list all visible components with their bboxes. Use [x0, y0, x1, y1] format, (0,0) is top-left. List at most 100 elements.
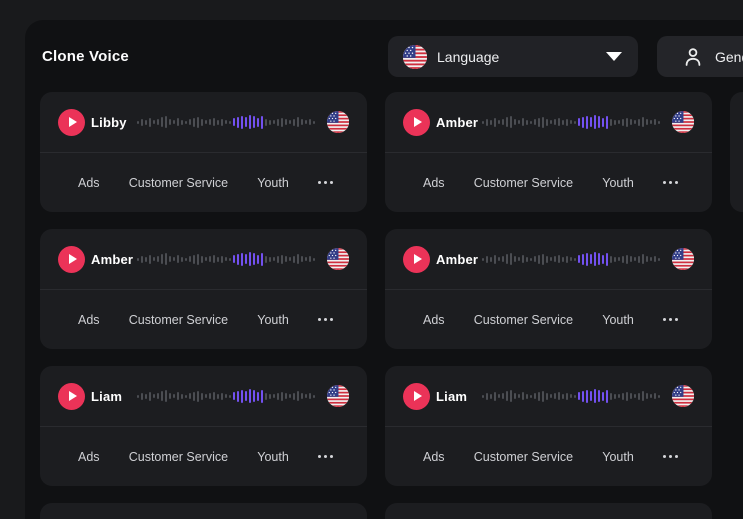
voice-tags-row: Ads Customer Service Youth	[385, 153, 712, 212]
voice-tags-row: Ads Customer Service Youth	[385, 427, 712, 486]
wave-bar	[590, 391, 592, 401]
voice-card-top: Liam	[385, 366, 712, 427]
wave-bar	[490, 394, 492, 399]
play-button[interactable]	[403, 383, 430, 410]
wave-bar	[245, 254, 247, 264]
chevron-down-icon	[606, 52, 622, 61]
wave-bar	[205, 257, 207, 261]
waveform	[482, 387, 662, 405]
more-icon	[669, 318, 672, 321]
wave-bar	[486, 119, 488, 126]
voice-tag[interactable]: Customer Service	[129, 313, 228, 327]
more-icon	[663, 455, 666, 458]
wave-bar	[538, 255, 540, 264]
wave-bar	[277, 256, 279, 263]
wave-bar	[582, 391, 584, 402]
more-icon	[330, 318, 333, 321]
play-button[interactable]	[58, 109, 85, 136]
wave-bar	[237, 254, 239, 265]
wave-bar	[514, 393, 516, 399]
voice-tag[interactable]: Customer Service	[474, 313, 573, 327]
wave-bar	[173, 394, 175, 398]
voice-tag[interactable]: Youth	[602, 450, 634, 464]
wave-bar	[578, 255, 580, 263]
wave-bar	[297, 254, 299, 264]
voice-tag[interactable]: Customer Service	[474, 450, 573, 464]
wave-bar	[145, 394, 147, 399]
wave-bar	[610, 256, 612, 263]
play-button[interactable]	[58, 246, 85, 273]
voice-tag[interactable]: Youth	[602, 313, 634, 327]
wave-bar	[646, 256, 648, 262]
voice-tag[interactable]: Ads	[78, 450, 100, 464]
wave-bar	[249, 389, 251, 403]
wave-bar	[233, 118, 235, 126]
wave-bar	[630, 119, 632, 125]
more-options-button[interactable]	[318, 177, 333, 188]
wave-bar	[638, 393, 640, 400]
wave-bar	[237, 391, 239, 402]
voice-tag[interactable]: Ads	[423, 313, 445, 327]
wave-bar	[285, 256, 287, 262]
gender-dropdown[interactable]: Gender	[657, 36, 743, 77]
more-options-button[interactable]	[318, 314, 333, 325]
voice-tag[interactable]: Ads	[423, 450, 445, 464]
wave-bar	[265, 119, 267, 126]
wave-bar	[606, 390, 608, 403]
play-button[interactable]	[58, 383, 85, 410]
voice-tag[interactable]: Customer Service	[129, 176, 228, 190]
wave-bar	[558, 255, 560, 263]
wave-bar	[213, 118, 215, 126]
voice-tag[interactable]: Youth	[257, 176, 289, 190]
wave-bar	[638, 119, 640, 126]
more-options-button[interactable]	[318, 451, 333, 462]
wave-bar	[630, 256, 632, 262]
wave-bar	[273, 394, 275, 398]
wave-bar	[237, 117, 239, 128]
voice-name: Amber	[436, 115, 482, 130]
wave-bar	[153, 120, 155, 124]
wave-bar	[277, 393, 279, 400]
more-icon	[663, 318, 666, 321]
more-options-button[interactable]	[663, 451, 678, 462]
wave-bar	[502, 119, 504, 125]
wave-bar	[253, 390, 255, 402]
voice-tag[interactable]: Ads	[423, 176, 445, 190]
wave-bar	[558, 118, 560, 126]
wave-bar	[169, 256, 171, 262]
voice-tag[interactable]: Ads	[78, 313, 100, 327]
wave-bar	[534, 393, 536, 399]
voice-tag[interactable]: Customer Service	[474, 176, 573, 190]
wave-bar	[257, 118, 259, 127]
voice-tag[interactable]: Youth	[602, 176, 634, 190]
wave-bar	[261, 116, 263, 129]
play-icon	[69, 117, 77, 127]
wave-bar	[281, 118, 283, 127]
wave-bar	[153, 257, 155, 261]
voice-tag[interactable]: Ads	[78, 176, 100, 190]
wave-bar	[578, 392, 580, 400]
wave-bar	[145, 257, 147, 262]
wave-bar	[145, 120, 147, 125]
play-button[interactable]	[403, 109, 430, 136]
wave-bar	[658, 121, 660, 124]
wave-bar	[494, 392, 496, 401]
wave-bar	[213, 392, 215, 400]
language-dropdown[interactable]: Language	[388, 36, 638, 77]
play-icon	[414, 391, 422, 401]
wave-bar	[598, 390, 600, 402]
voice-tag[interactable]: Youth	[257, 450, 289, 464]
play-icon	[69, 391, 77, 401]
voice-tag[interactable]: Customer Service	[129, 450, 228, 464]
wave-bar	[634, 394, 636, 398]
wave-bar	[538, 118, 540, 127]
wave-bar	[586, 253, 588, 266]
play-button[interactable]	[403, 246, 430, 273]
voice-tag[interactable]: Youth	[257, 313, 289, 327]
more-options-button[interactable]	[663, 314, 678, 325]
wave-bar	[217, 394, 219, 399]
wave-bar	[137, 258, 139, 261]
more-options-button[interactable]	[663, 177, 678, 188]
wave-bar	[530, 395, 532, 398]
header: Clone Voice	[25, 20, 743, 92]
